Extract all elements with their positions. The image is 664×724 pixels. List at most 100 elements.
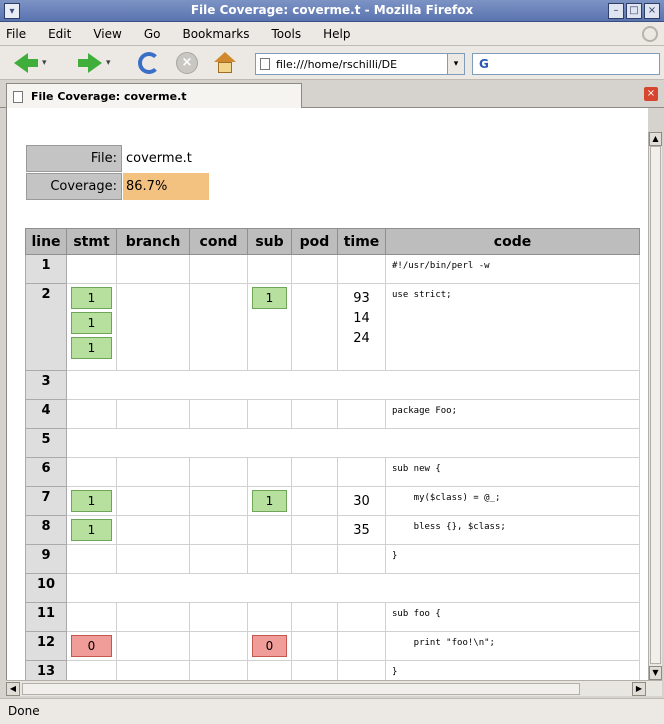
forward-arrow-icon — [88, 53, 102, 73]
search-field[interactable]: G — [472, 53, 660, 75]
sub-cell: 0 — [247, 631, 292, 661]
reload-button[interactable] — [138, 51, 160, 75]
menu-file[interactable]: File — [6, 27, 26, 41]
table-row: 11 sub foo { — [25, 602, 640, 632]
table-header-row: line stmt branch cond sub pod time code — [25, 228, 640, 255]
stmt-cell — [66, 544, 117, 574]
branch-cell — [116, 660, 190, 680]
pod-cell — [291, 399, 338, 429]
menu-go[interactable]: Go — [144, 27, 161, 41]
line-number: 4 — [25, 399, 67, 429]
time-value: 35 — [353, 523, 370, 538]
url-field[interactable]: file:///home/rschilli/DE — [255, 53, 465, 75]
stmt-count: 1 — [71, 337, 112, 359]
pod-cell — [291, 602, 338, 632]
table-row: 10 — [25, 573, 640, 603]
maximize-icon[interactable]: □ — [626, 3, 642, 19]
line-number: 7 — [25, 486, 67, 516]
stmt-cell — [66, 660, 117, 680]
branch-cell — [116, 631, 190, 661]
stmt-cell: 1 — [66, 486, 117, 516]
pod-cell — [291, 660, 338, 680]
branch-cell — [116, 602, 190, 632]
stmt-count: 1 — [71, 287, 112, 309]
scroll-left-icon[interactable]: ◀ — [6, 682, 20, 696]
tab-label: File Coverage: coverme.t — [31, 90, 187, 103]
vertical-scrollbar[interactable]: ▲ ▼ — [648, 132, 662, 680]
col-pod: pod — [291, 228, 338, 255]
branch-cell — [116, 457, 190, 487]
menu-bookmarks[interactable]: Bookmarks — [182, 27, 249, 41]
stmt-cell — [66, 457, 117, 487]
line-number: 11 — [25, 602, 67, 632]
col-code: code — [385, 228, 640, 255]
coverage-table: line stmt branch cond sub pod time code … — [25, 228, 640, 680]
sub-cell — [247, 254, 292, 284]
back-button[interactable]: ▾ — [14, 51, 47, 75]
stmt-cell: 1 — [66, 515, 117, 545]
sub-cell — [247, 660, 292, 680]
line-number: 9 — [25, 544, 67, 574]
sub-count: 1 — [252, 287, 287, 309]
file-label: File: — [26, 145, 122, 172]
cond-cell — [189, 399, 248, 429]
pod-cell — [291, 254, 338, 284]
branch-cell — [116, 254, 190, 284]
line-number: 6 — [25, 457, 67, 487]
menu-edit[interactable]: Edit — [48, 27, 71, 41]
pod-cell — [291, 515, 338, 545]
col-branch: branch — [116, 228, 190, 255]
stmt-count: 1 — [71, 519, 112, 541]
line-number: 1 — [25, 254, 67, 284]
pod-cell — [291, 544, 338, 574]
stmt-count: 0 — [71, 635, 112, 657]
horizontal-scroll-thumb[interactable] — [22, 683, 580, 695]
code-cell: } — [385, 544, 640, 574]
url-dropdown-button[interactable]: ▾ — [447, 54, 464, 74]
forward-button[interactable]: ▾ — [78, 51, 111, 75]
time-cell — [337, 631, 386, 661]
table-row: 12 0 0 print "foo!\n"; — [25, 631, 640, 661]
home-button[interactable] — [214, 51, 236, 75]
table-row: 2 1 1 1 1 93 14 24 use strict; — [25, 283, 640, 371]
page-icon — [260, 58, 270, 70]
stmt-cell — [66, 399, 117, 429]
close-window-icon[interactable]: × — [644, 3, 660, 19]
table-row: 1 #!/usr/bin/perl -w — [25, 254, 640, 284]
table-row: 5 — [25, 428, 640, 458]
horizontal-scrollbar[interactable]: ◀ ▶ — [6, 680, 662, 696]
sub-count: 1 — [252, 490, 287, 512]
branch-cell — [116, 544, 190, 574]
scroll-right-icon[interactable]: ▶ — [632, 682, 646, 696]
branch-cell — [116, 486, 190, 516]
menu-tools[interactable]: Tools — [272, 27, 302, 41]
sub-cell — [247, 544, 292, 574]
vertical-scroll-thumb[interactable] — [650, 146, 661, 664]
sub-cell — [247, 399, 292, 429]
stmt-cell: 1 1 1 — [66, 283, 117, 371]
tab-bar: File Coverage: coverme.t × — [0, 80, 664, 109]
col-sub: sub — [247, 228, 292, 255]
tab-file-coverage[interactable]: File Coverage: coverme.t — [6, 83, 302, 109]
line-number: 12 — [25, 631, 67, 661]
line-number: 2 — [25, 283, 67, 371]
pod-cell — [291, 486, 338, 516]
page-content: File: coverme.t Coverage: 86.7% line stm… — [6, 108, 648, 680]
menu-help[interactable]: Help — [323, 27, 350, 41]
close-tab-icon[interactable]: × — [644, 87, 658, 101]
minimize-icon[interactable]: – — [608, 3, 624, 19]
scroll-down-icon[interactable]: ▼ — [649, 666, 662, 680]
window-controls: – □ × — [608, 3, 660, 19]
stop-button[interactable]: × — [176, 51, 198, 75]
window-titlebar: ▾ File Coverage: coverme.t - Mozilla Fir… — [0, 0, 664, 22]
line-number: 13 — [25, 660, 67, 680]
time-cell: 30 — [337, 486, 386, 516]
search-engine-icon: G — [479, 57, 489, 71]
time-cell — [337, 602, 386, 632]
scroll-up-icon[interactable]: ▲ — [649, 132, 662, 146]
line-number: 10 — [25, 573, 67, 603]
status-text: Done — [8, 704, 40, 718]
menu-view[interactable]: View — [93, 27, 121, 41]
time-cell: 93 14 24 — [337, 283, 386, 371]
code-cell: } — [385, 660, 640, 680]
